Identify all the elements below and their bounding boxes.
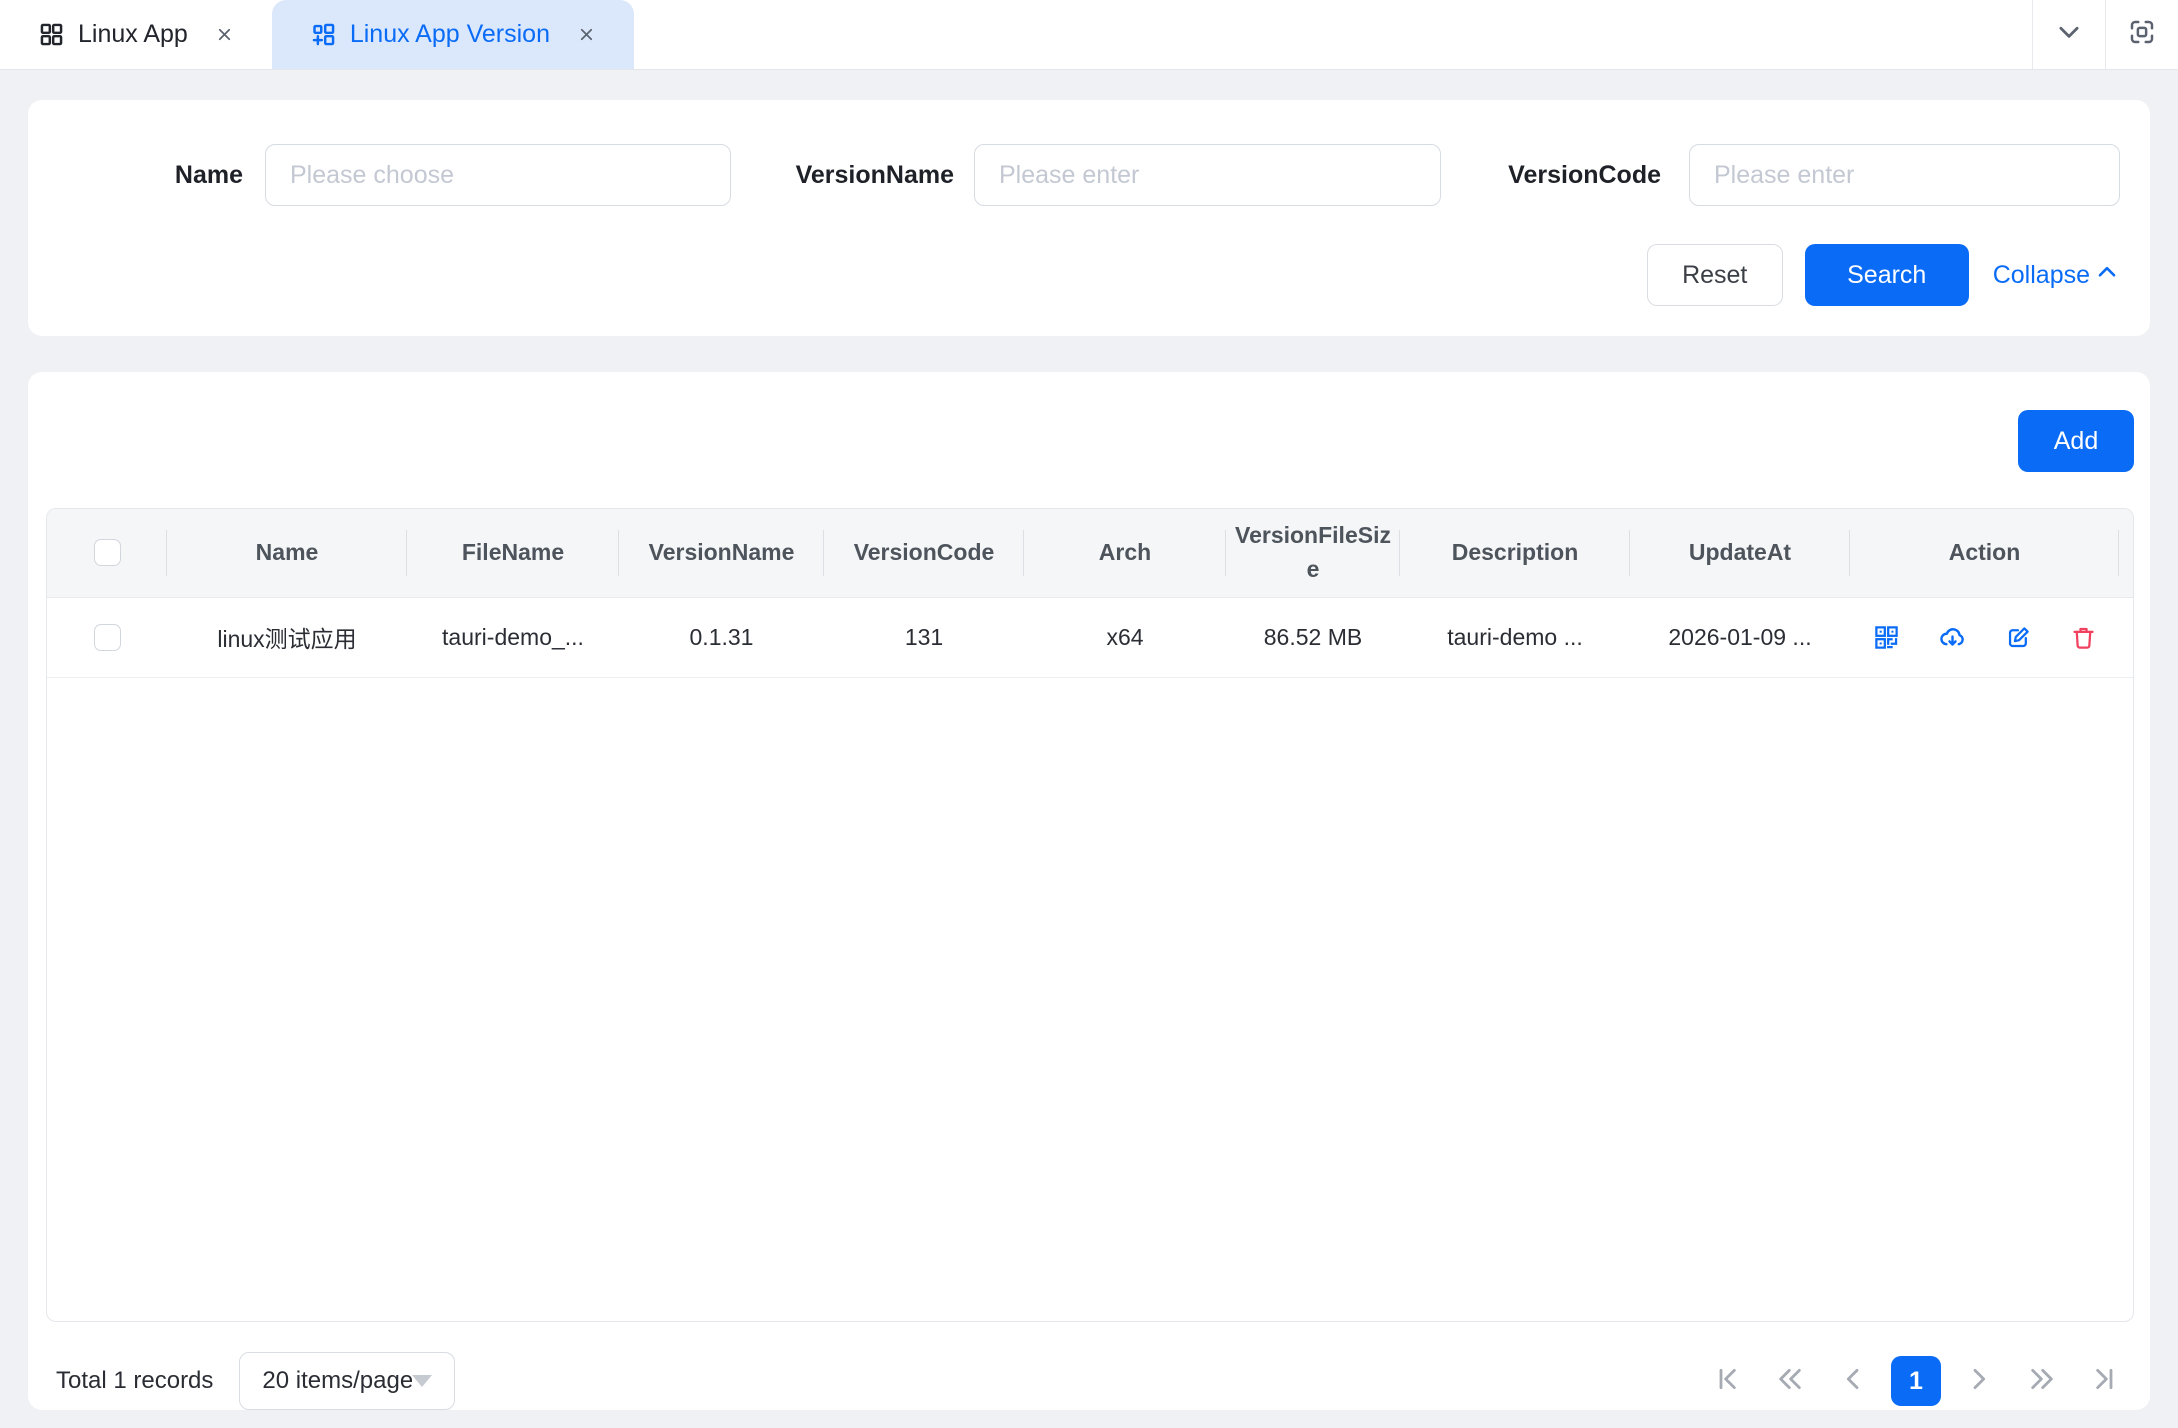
row-checkbox[interactable] xyxy=(94,624,121,651)
tab-label: Linux App Version xyxy=(350,20,550,49)
page-size-select[interactable]: 20 items/page xyxy=(239,1352,455,1410)
current-page-button[interactable]: 1 xyxy=(1891,1356,1941,1406)
name-label: Name xyxy=(58,161,243,190)
cell-description: tauri-demo ... xyxy=(1400,597,1630,677)
last-page-button[interactable] xyxy=(2080,1356,2130,1406)
search-actions-row: Reset Search Collapse xyxy=(58,244,2120,306)
cell-action xyxy=(1850,597,2119,677)
prev-5-pages-button[interactable] xyxy=(1765,1356,1815,1406)
search-filter-card: Name VersionName VersionCode Reset Searc… xyxy=(28,100,2150,336)
prev-page-button[interactable] xyxy=(1828,1356,1878,1406)
tab-label: Linux App xyxy=(78,20,188,49)
version-code-input[interactable] xyxy=(1689,144,2120,206)
first-page-button[interactable] xyxy=(1702,1356,1752,1406)
data-table: Name FileName VersionName VersionCode Ar… xyxy=(47,509,2134,678)
search-button[interactable]: Search xyxy=(1805,244,1969,306)
field-name: Name xyxy=(58,144,731,206)
collapse-label: Collapse xyxy=(1993,261,2090,290)
table-card: Add Name FileName VersionName VersionCod… xyxy=(28,372,2150,1410)
version-code-label: VersionCode xyxy=(1491,161,1661,190)
column-header-versionname: VersionName xyxy=(619,509,824,597)
cell-filename: tauri-demo_... xyxy=(407,597,619,677)
next-5-pages-button[interactable] xyxy=(2017,1356,2067,1406)
pagination: 1 xyxy=(1702,1356,2130,1406)
page-size-value: 20 items/page xyxy=(262,1367,412,1395)
next-page-button[interactable] xyxy=(1954,1356,2004,1406)
cell-updateat: 2026-01-09 ... xyxy=(1630,597,1850,677)
next-page-icon xyxy=(1963,1363,1995,1400)
column-header-description: Description xyxy=(1400,509,1630,597)
tab-bar: Linux App Linux App Version xyxy=(0,0,2178,70)
cell-versionfilesize: 86.52 MB xyxy=(1226,597,1400,677)
data-table-container: Name FileName VersionName VersionCode Ar… xyxy=(46,508,2134,1322)
close-icon[interactable] xyxy=(215,25,234,44)
cell-versionname: 0.1.31 xyxy=(619,597,824,677)
maximize-icon xyxy=(2127,17,2157,52)
trash-icon[interactable] xyxy=(2070,624,2097,651)
version-name-label: VersionName xyxy=(777,161,954,190)
row-checkbox-cell xyxy=(47,597,167,677)
field-version-code: VersionCode xyxy=(1491,144,2120,206)
column-header-arch: Arch xyxy=(1024,509,1226,597)
edit-icon[interactable] xyxy=(2005,624,2032,651)
prev-page-icon xyxy=(1837,1363,1869,1400)
column-header-name: Name xyxy=(167,509,407,597)
name-select[interactable] xyxy=(265,144,731,206)
table-row: linux测试应用 tauri-demo_... 0.1.31 131 x64 … xyxy=(47,597,2134,677)
cell-versioncode: 131 xyxy=(824,597,1024,677)
qrcode-icon[interactable] xyxy=(1873,624,1900,651)
column-header-filename: FileName xyxy=(407,509,619,597)
fullscreen-button[interactable] xyxy=(2106,0,2178,69)
cloud-download-icon[interactable] xyxy=(1938,623,1967,652)
first-page-icon xyxy=(1711,1363,1743,1400)
tab-linux-app-version[interactable]: Linux App Version xyxy=(272,0,634,69)
field-version-name: VersionName xyxy=(777,144,1441,206)
version-name-input[interactable] xyxy=(974,144,1441,206)
tab-list-dropdown-button[interactable] xyxy=(2033,0,2105,69)
select-all-checkbox[interactable] xyxy=(94,539,121,566)
next-5-pages-icon xyxy=(2026,1363,2058,1400)
appstore-grid-icon xyxy=(38,21,65,48)
cell-arch: x64 xyxy=(1024,597,1226,677)
search-form-row: Name VersionName VersionCode xyxy=(58,144,2120,206)
column-header-versioncode: VersionCode xyxy=(824,509,1024,597)
cell-name: linux测试应用 xyxy=(167,597,407,677)
collapse-toggle[interactable]: Collapse xyxy=(1993,259,2120,292)
caret-down-icon xyxy=(412,1375,432,1387)
column-header-updateat: UpdateAt xyxy=(1630,509,1850,597)
last-page-icon xyxy=(2089,1363,2121,1400)
table-header-row: Name FileName VersionName VersionCode Ar… xyxy=(47,509,2134,597)
appstore-add-icon xyxy=(310,21,337,48)
header-checkbox-cell xyxy=(47,509,167,597)
tab-bar-spacer xyxy=(634,0,2032,69)
toolbar-row: Add xyxy=(46,410,2134,472)
header-scrollbar-gutter xyxy=(2119,509,2134,597)
column-header-versionfilesize: VersionFileSize xyxy=(1226,509,1400,597)
reset-button[interactable]: Reset xyxy=(1647,244,1783,306)
row-scrollbar-gutter xyxy=(2119,597,2134,677)
total-records-text: Total 1 records xyxy=(56,1367,213,1395)
tab-linux-app[interactable]: Linux App xyxy=(0,0,272,69)
column-header-action: Action xyxy=(1850,509,2119,597)
prev-5-pages-icon xyxy=(1774,1363,1806,1400)
close-icon[interactable] xyxy=(577,25,596,44)
add-button[interactable]: Add xyxy=(2018,410,2134,472)
chevron-down-icon xyxy=(2054,17,2084,52)
chevron-up-icon xyxy=(2094,259,2120,292)
table-footer: Total 1 records 20 items/page xyxy=(46,1352,2134,1410)
